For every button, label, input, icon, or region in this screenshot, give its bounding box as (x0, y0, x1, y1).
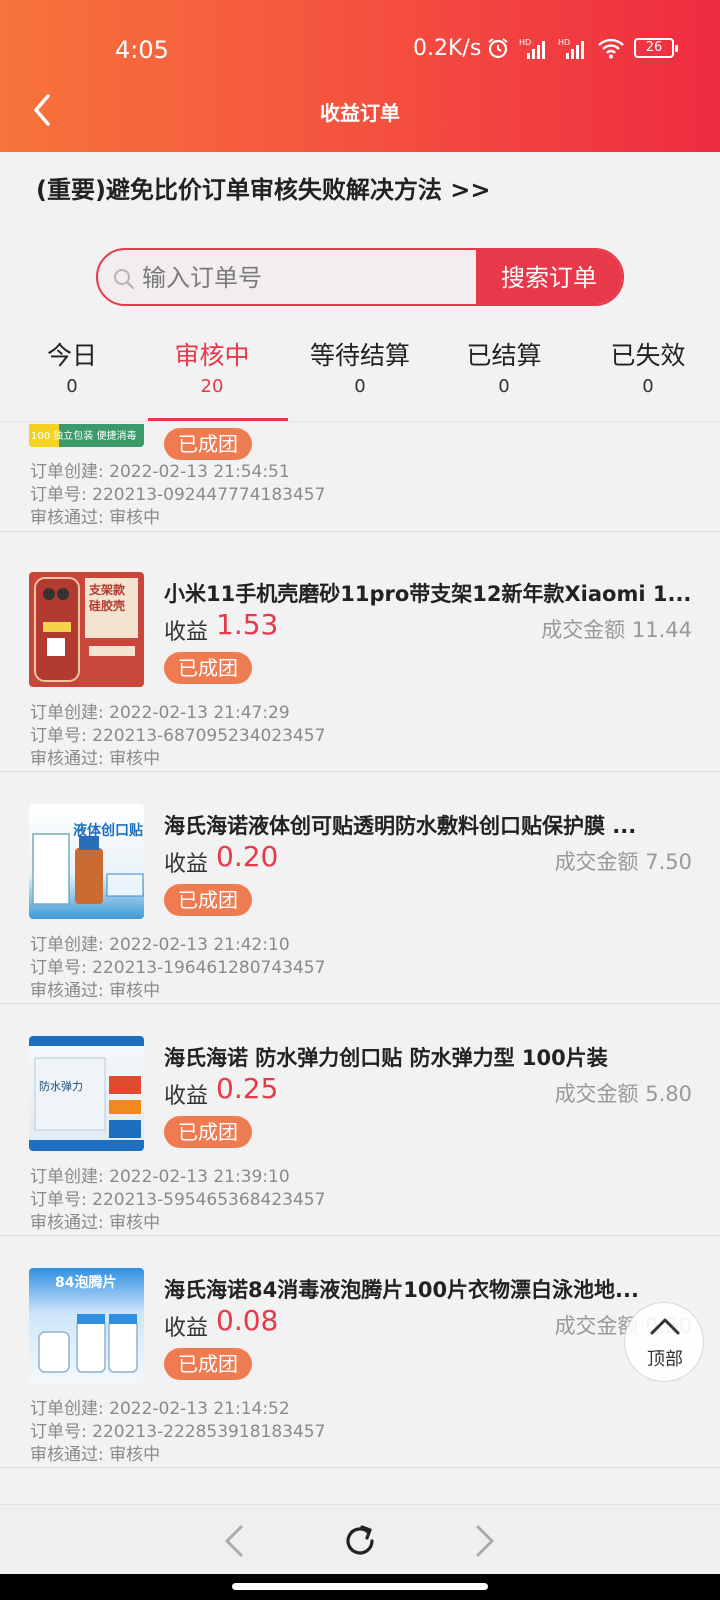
review-status: 审核通过: 审核中 (30, 749, 161, 769)
tab-count: 0 (354, 376, 366, 397)
review-status: 审核通过: 审核中 (30, 981, 161, 1001)
order-created-time: 订单创建: 2022-02-13 21:39:10 (30, 1167, 290, 1187)
back-icon[interactable] (213, 1519, 257, 1563)
browser-toolbar (0, 1504, 720, 1574)
status-time: 4:05 (115, 36, 169, 64)
signal-icon: HD (558, 38, 584, 59)
status-icons: HD HD 26 (486, 36, 678, 60)
back-to-top-button[interactable]: 顶部 (624, 1302, 704, 1382)
app-header: 4:05 0.2K/s HD HD 26 收益订单 (0, 0, 720, 152)
order-card[interactable]: 100 独立包装 便捷消毒 已成团 订单创建: 2022-02-13 21:54… (0, 422, 720, 532)
tab-settled[interactable]: 已结算 0 (432, 336, 576, 397)
review-status: 审核通过: 审核中 (30, 1445, 161, 1465)
status-bar: 4:05 0.2K/s HD HD 26 (0, 30, 720, 70)
order-meta: 订单创建: 2022-02-13 21:39:10 订单号: 220213-59… (30, 1166, 325, 1235)
earnings-value: 1.53 (216, 608, 279, 641)
order-card[interactable]: 液体创口贴 海氏海诺液体创可贴透明防水敷料创口贴保护膜 ... 收益 0.20 … (0, 772, 720, 1004)
order-meta: 订单创建: 2022-02-13 21:54:51 订单号: 220213-09… (30, 461, 325, 530)
tab-reviewing[interactable]: 审核中 20 (140, 336, 284, 397)
wifi-icon (598, 38, 624, 59)
page-title: 收益订单 (320, 101, 400, 125)
search-order-button[interactable]: 搜索订单 (476, 250, 622, 304)
notice-link[interactable]: (重要)避免比价订单审核失败解决方法 >> (36, 170, 491, 205)
order-card[interactable]: 防水弹力 海氏海诺 防水弹力创口贴 防水弹力型 100片装 收益 0.25 成交… (0, 1004, 720, 1236)
chevron-up-icon (650, 1318, 680, 1335)
tab-label: 已结算 (466, 341, 542, 370)
order-number: 订单号: 220213-222853918183457 (30, 1422, 326, 1442)
earnings-value: 0.25 (216, 1072, 279, 1105)
order-card[interactable]: 支架款 硅胶壳 小米11手机壳磨砂11pro带支架12新年款Xiaomi 1..… (0, 540, 720, 772)
order-created-time: 订单创建: 2022-02-13 21:42:10 (30, 935, 290, 955)
forward-icon[interactable] (462, 1519, 506, 1563)
refresh-icon[interactable] (338, 1519, 382, 1563)
tab-count: 0 (642, 376, 654, 397)
order-number: 订单号: 220213-196461280743457 (30, 958, 326, 978)
network-speed: 0.2K/s (413, 36, 482, 61)
search-bar: 搜索订单 (96, 248, 624, 306)
product-image-caption: 支架款 硅胶壳 (89, 583, 126, 613)
order-created-time: 订单创建: 2022-02-13 21:47:29 (30, 703, 290, 723)
earnings-label: 收益 (164, 1084, 209, 1109)
svg-text:HD: HD (519, 38, 531, 47)
tab-count: 0 (66, 376, 78, 397)
earnings-label: 收益 (164, 852, 209, 877)
order-meta: 订单创建: 2022-02-13 21:14:52 订单号: 220213-22… (30, 1398, 325, 1467)
order-card[interactable]: 84泡腾片 海氏海诺84消毒液泡腾片100片衣物漂白泳池地... 收益 0.08… (0, 1236, 720, 1468)
review-status: 审核通过: 审核中 (30, 1213, 161, 1233)
status-tabs: 今日 0 审核中 20 等待结算 0 已结算 0 已失效 0 (0, 336, 720, 422)
product-title: 海氏海诺 防水弹力创口贴 防水弹力型 100片装 (164, 1046, 608, 1070)
tab-label: 今日 (46, 341, 97, 370)
product-image: 液体创口贴 (29, 804, 144, 919)
status-badge: 已成团 (164, 1116, 252, 1148)
status-badge: 已成团 (164, 884, 252, 916)
status-badge: 已成团 (164, 652, 252, 684)
alarm-icon (488, 38, 508, 59)
order-number: 订单号: 220213-595465368423457 (30, 1190, 326, 1210)
order-created-time: 订单创建: 2022-02-13 21:14:52 (30, 1399, 290, 1419)
tab-count: 0 (498, 376, 510, 397)
product-image-caption: 100 独立包装 便捷消毒 (31, 431, 137, 442)
tab-label: 审核中 (174, 341, 250, 370)
review-status: 审核通过: 审核中 (30, 508, 161, 528)
product-image: 支架款 硅胶壳 (29, 572, 144, 687)
order-meta: 订单创建: 2022-02-13 21:47:29 订单号: 220213-68… (30, 702, 325, 771)
tab-label: 等待结算 (309, 341, 410, 370)
tab-count: 20 (200, 376, 224, 397)
signal-icon: HD (519, 38, 545, 59)
product-image-caption: 防水弹力 (39, 1080, 83, 1093)
order-number-input[interactable] (142, 258, 462, 298)
order-number: 订单号: 220213-092447774183457 (30, 485, 326, 505)
order-meta: 订单创建: 2022-02-13 21:42:10 订单号: 220213-19… (30, 934, 325, 1003)
earnings-label: 收益 (164, 1316, 209, 1341)
order-created-time: 订单创建: 2022-02-13 21:54:51 (30, 462, 290, 482)
transaction-amount: 成交金额 5.80 (554, 1082, 692, 1106)
tab-invalid[interactable]: 已失效 0 (576, 336, 720, 397)
order-list: 100 独立包装 便捷消毒 已成团 订单创建: 2022-02-13 21:54… (0, 422, 720, 1502)
battery-icon: 26 (634, 38, 678, 58)
tab-pending-settlement[interactable]: 等待结算 0 (288, 336, 432, 397)
transaction-amount: 成交金额 11.44 (541, 618, 692, 642)
status-badge: 已成团 (164, 428, 252, 460)
home-indicator[interactable] (232, 1583, 488, 1590)
order-number: 订单号: 220213-687095234023457 (30, 726, 326, 746)
product-image: 84泡腾片 (29, 1268, 144, 1383)
product-image-caption: 液体创口贴 (73, 823, 143, 839)
earnings-value: 0.08 (216, 1304, 279, 1337)
product-title: 小米11手机壳磨砂11pro带支架12新年款Xiaomi 1... (164, 582, 692, 606)
search-icon (114, 269, 135, 290)
svg-text:HD: HD (558, 38, 570, 47)
product-image: 100 独立包装 便捷消毒 (29, 422, 144, 447)
earnings-value: 0.20 (216, 840, 279, 873)
transaction-amount: 成交金额 7.50 (554, 850, 692, 874)
status-badge: 已成团 (164, 1348, 252, 1380)
back-to-top-label: 顶部 (647, 1349, 683, 1370)
product-image-caption: 84泡腾片 (55, 1275, 117, 1291)
product-title: 海氏海诺84消毒液泡腾片100片衣物漂白泳池地... (164, 1278, 639, 1302)
tab-today[interactable]: 今日 0 (0, 336, 144, 397)
tab-label: 已失效 (610, 341, 686, 370)
product-title: 海氏海诺液体创可贴透明防水敷料创口贴保护膜 ... (164, 814, 637, 838)
product-image: 防水弹力 (29, 1036, 144, 1151)
earnings-label: 收益 (164, 620, 209, 645)
